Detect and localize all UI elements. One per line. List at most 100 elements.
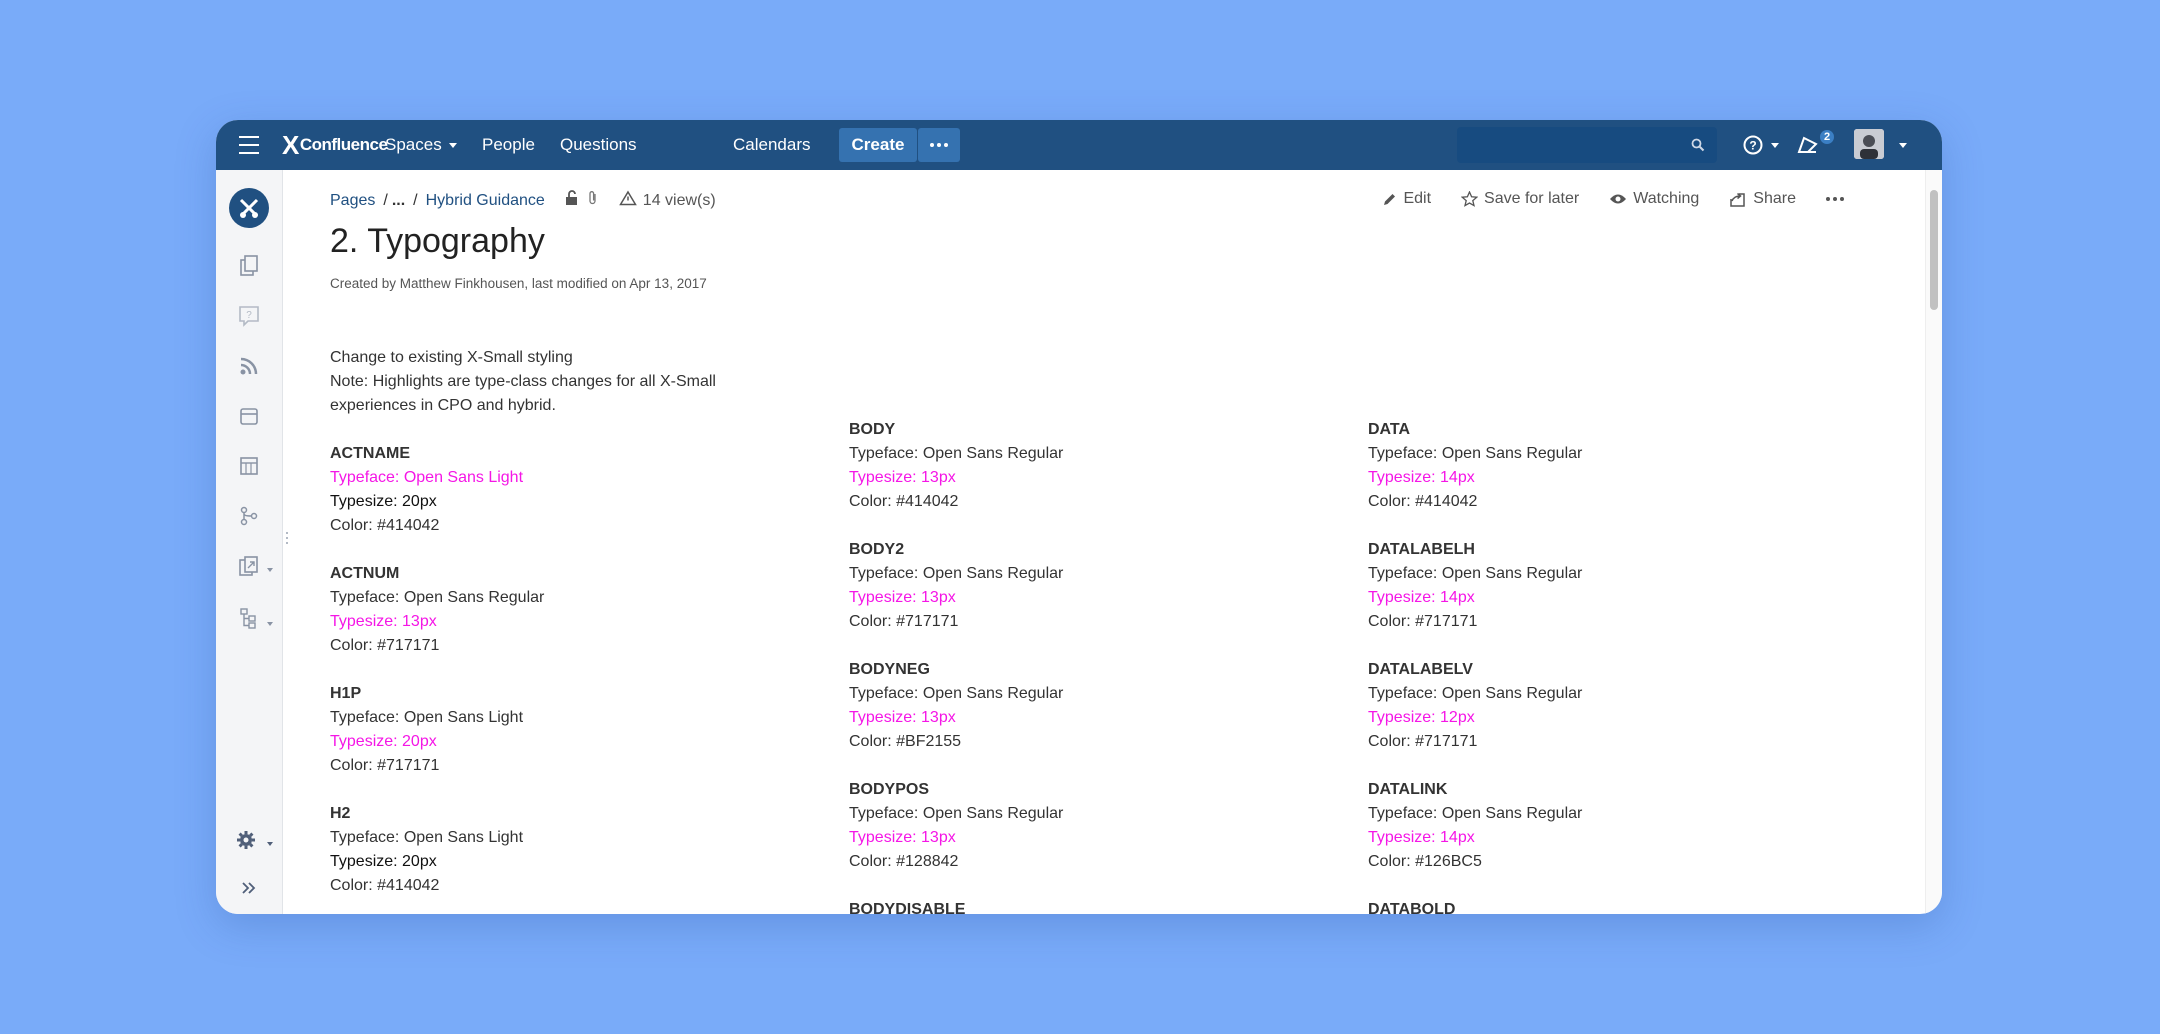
type-class-entry: ACTNAME Typeface: Open Sans Light Typesize… bbox=[330, 442, 544, 538]
color-value: Color: #717171 bbox=[1368, 613, 1478, 630]
notifications-button[interactable] bbox=[1796, 120, 1820, 170]
search-input[interactable] bbox=[1457, 127, 1717, 163]
color-value: Color: #717171 bbox=[330, 637, 440, 654]
blog-feed-icon[interactable] bbox=[237, 354, 261, 378]
chevron-down-icon[interactable] bbox=[267, 568, 273, 572]
browser-window: X Confluence Spaces People Questions Cale… bbox=[216, 120, 1942, 914]
type-class-entry: BODYPOS Typeface: Open Sans Regular Typesi… bbox=[849, 778, 1063, 874]
color-value: Color: #BF2155 bbox=[849, 733, 962, 750]
spaces-menu[interactable]: Spaces bbox=[385, 120, 457, 170]
page-byline: Created by Matthew Finkhousen, last modi… bbox=[330, 276, 707, 291]
space-settings-button[interactable] bbox=[234, 828, 258, 852]
typeface-value: Typeface: Open Sans Light bbox=[330, 829, 524, 846]
watching-button[interactable]: Watching bbox=[1609, 190, 1699, 208]
type-class-entry: BODYDISABLE bbox=[849, 898, 1063, 914]
search-icon bbox=[1691, 138, 1705, 152]
breadcrumb-parent-link[interactable]: Hybrid Guidance bbox=[426, 192, 545, 210]
type-class-name: H2 bbox=[330, 805, 351, 822]
breadcrumb-pages-link[interactable]: Pages bbox=[330, 192, 375, 210]
eye-icon bbox=[1610, 194, 1627, 204]
page-actions: Edit Save for later Watching Share bbox=[1382, 190, 1844, 208]
typography-column-1: ACTNAME Typeface: Open Sans Light Typesize… bbox=[330, 442, 544, 914]
color-value: Color: #717171 bbox=[1368, 733, 1478, 750]
type-class-name: DATALINK bbox=[1368, 781, 1448, 798]
questions-icon[interactable]: ? bbox=[237, 304, 261, 328]
chevron-down-icon bbox=[448, 142, 457, 148]
help-icon: ? bbox=[1743, 135, 1763, 155]
chevron-down-icon[interactable] bbox=[267, 842, 273, 846]
share-icon bbox=[1730, 192, 1746, 207]
expand-sidebar-button[interactable] bbox=[237, 876, 261, 900]
typeface-value: Typeface: Open Sans Regular bbox=[330, 589, 545, 606]
chevron-down-icon[interactable] bbox=[1899, 143, 1907, 148]
typeface-value: Typeface: Open Sans Regular bbox=[849, 685, 1064, 702]
chevron-down-icon bbox=[1771, 142, 1779, 148]
save-for-later-button[interactable]: Save for later bbox=[1461, 190, 1579, 208]
space-sidebar: ? bbox=[216, 170, 283, 914]
type-class-name: BODY2 bbox=[849, 541, 905, 558]
typesize-value: Typesize: 20px bbox=[330, 493, 437, 510]
type-class-name: BODYPOS bbox=[849, 781, 930, 798]
color-value: Color: #128842 bbox=[849, 853, 959, 870]
menu-icon[interactable] bbox=[238, 120, 260, 170]
type-class-name: DATALABELH bbox=[1368, 541, 1475, 558]
export-icon[interactable] bbox=[237, 554, 261, 578]
calendar-icon[interactable] bbox=[237, 404, 261, 428]
sidebar-resize-handle[interactable] bbox=[286, 532, 289, 547]
notifications-icon bbox=[1797, 136, 1818, 153]
breadcrumb-ellipsis[interactable]: ... bbox=[392, 192, 405, 210]
tree-icon[interactable] bbox=[237, 606, 261, 630]
unlock-icon[interactable] bbox=[565, 190, 579, 211]
vertical-scrollbar[interactable] bbox=[1925, 170, 1942, 914]
confluence-logo[interactable]: X Confluence bbox=[282, 120, 388, 170]
branch-icon[interactable] bbox=[237, 504, 261, 528]
typeface-value: Typeface: Open Sans Light bbox=[330, 709, 524, 726]
page-content: Pages / ... / Hybrid Guidance 14 view(s)… bbox=[330, 170, 1890, 914]
edit-button[interactable]: Edit bbox=[1382, 190, 1431, 208]
typesize-value: Typesize: 14px bbox=[1368, 829, 1475, 846]
type-class-name: DATALABELV bbox=[1368, 661, 1473, 678]
typeface-value: Typeface: Open Sans Regular bbox=[1368, 685, 1583, 702]
view-count[interactable]: 14 view(s) bbox=[643, 192, 716, 210]
type-class-name: ACTNAME bbox=[330, 445, 410, 462]
type-class-entry: BODY Typeface: Open Sans Regular Typesize:… bbox=[849, 418, 1063, 514]
typeface-value: Typeface: Open Sans Regular bbox=[849, 805, 1064, 822]
typeface-value: Typeface: Open Sans Light bbox=[330, 469, 524, 486]
svg-text:?: ? bbox=[246, 310, 252, 321]
scrollbar-thumb[interactable] bbox=[1930, 190, 1938, 310]
color-value: Color: #414042 bbox=[330, 877, 440, 894]
chevron-down-icon[interactable] bbox=[267, 622, 273, 626]
help-menu[interactable]: ? bbox=[1742, 120, 1779, 170]
type-class-name: BODYDISABLE bbox=[849, 901, 966, 914]
color-value: Color: #414042 bbox=[330, 517, 440, 534]
space-logo[interactable] bbox=[229, 188, 269, 228]
avatar[interactable] bbox=[1854, 129, 1884, 159]
pages-icon[interactable] bbox=[237, 254, 261, 278]
color-value: Color: #414042 bbox=[1368, 493, 1478, 510]
type-class-entry: H1P Typeface: Open Sans Light Typesize: 20… bbox=[330, 682, 544, 778]
color-value: Color: #717171 bbox=[849, 613, 959, 630]
type-class-entry: BODY2 Typeface: Open Sans Regular Typesize… bbox=[849, 538, 1063, 634]
questions-link[interactable]: Questions bbox=[560, 120, 637, 170]
type-class-name: BODYNEG bbox=[849, 661, 930, 678]
typesize-value: Typesize: 13px bbox=[849, 589, 956, 606]
type-class-entry: DATALABELV Typeface: Open Sans Regular Typ… bbox=[1368, 658, 1582, 754]
people-link[interactable]: People bbox=[482, 120, 535, 170]
typesize-value: Typesize: 13px bbox=[849, 709, 956, 726]
share-button[interactable]: Share bbox=[1729, 190, 1796, 208]
star-icon bbox=[1461, 191, 1479, 207]
more-actions-button[interactable] bbox=[1826, 197, 1844, 201]
page-title: 2. Typography bbox=[330, 222, 545, 260]
spreadsheet-icon[interactable] bbox=[237, 454, 261, 478]
gear-icon bbox=[237, 831, 255, 849]
more-create-options-button[interactable] bbox=[918, 128, 960, 162]
typesize-value: Typesize: 13px bbox=[849, 469, 956, 486]
analytics-icon[interactable] bbox=[618, 190, 637, 211]
typography-column-3: DATA Typeface: Open Sans Regular Typesize:… bbox=[1368, 418, 1582, 914]
typesize-value: Typesize: 14px bbox=[1368, 589, 1475, 606]
create-button[interactable]: Create bbox=[839, 128, 917, 162]
calendars-link[interactable]: Calendars bbox=[733, 120, 811, 170]
attachment-icon[interactable] bbox=[587, 190, 599, 211]
breadcrumb: Pages / ... / Hybrid Guidance 14 view(s) bbox=[330, 190, 716, 211]
type-class-name: H1P bbox=[330, 685, 362, 702]
